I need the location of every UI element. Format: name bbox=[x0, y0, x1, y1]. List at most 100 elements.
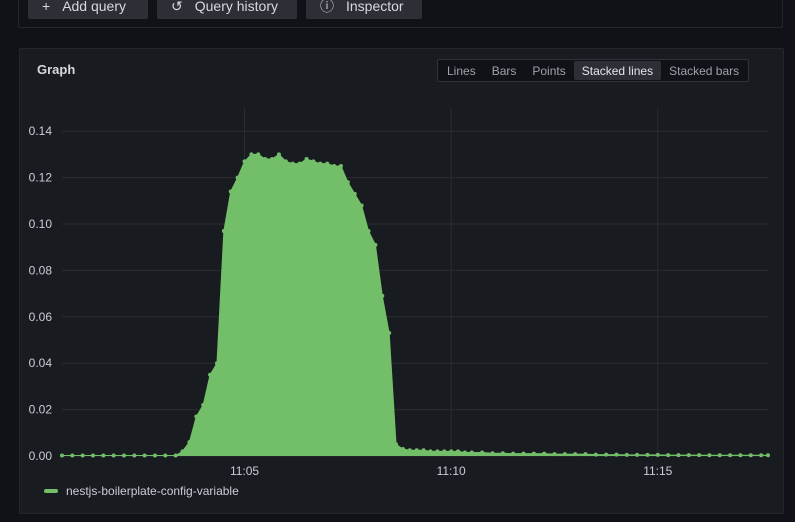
data-point bbox=[500, 451, 505, 456]
data-point bbox=[270, 157, 275, 162]
data-point bbox=[283, 159, 288, 164]
x-tick-label: 11:10 bbox=[437, 464, 466, 478]
data-point bbox=[249, 152, 254, 157]
data-point bbox=[469, 450, 474, 455]
data-point bbox=[132, 453, 137, 458]
data-point bbox=[645, 452, 650, 457]
data-point bbox=[194, 414, 199, 419]
data-point bbox=[748, 453, 753, 458]
y-tick-label: 0.02 bbox=[29, 403, 53, 417]
time-series-chart[interactable]: 0.000.020.040.060.080.100.120.14 11:05 11… bbox=[0, 0, 795, 522]
data-point bbox=[359, 203, 364, 208]
y-tick-label: 0.06 bbox=[29, 310, 53, 324]
data-point bbox=[311, 159, 316, 164]
data-point bbox=[304, 157, 309, 162]
data-point bbox=[655, 452, 660, 457]
data-point bbox=[428, 449, 433, 454]
data-point bbox=[173, 453, 178, 458]
data-point bbox=[187, 440, 192, 445]
data-point bbox=[373, 242, 378, 247]
data-point bbox=[531, 451, 536, 456]
data-point bbox=[201, 402, 206, 407]
data-point bbox=[435, 449, 440, 454]
data-point bbox=[542, 451, 547, 456]
data-point bbox=[521, 451, 526, 456]
data-point bbox=[318, 161, 323, 166]
data-point bbox=[380, 293, 385, 298]
x-tick-label: 11:05 bbox=[230, 464, 259, 478]
data-point bbox=[297, 161, 302, 166]
data-point bbox=[717, 453, 722, 458]
data-point bbox=[635, 452, 640, 457]
chart-grid bbox=[62, 108, 768, 457]
data-point bbox=[552, 452, 557, 457]
data-point bbox=[462, 450, 467, 455]
data-point bbox=[442, 449, 447, 454]
data-point bbox=[276, 152, 281, 157]
data-point bbox=[676, 453, 681, 458]
data-point bbox=[562, 452, 567, 457]
data-point bbox=[256, 152, 261, 157]
y-tick-label: 0.14 bbox=[29, 124, 53, 138]
data-point bbox=[80, 453, 85, 458]
data-point bbox=[456, 449, 461, 454]
data-point bbox=[332, 164, 337, 168]
series-line bbox=[62, 153, 768, 457]
data-point bbox=[242, 159, 247, 164]
data-point bbox=[152, 453, 157, 458]
data-point bbox=[394, 442, 399, 447]
data-point bbox=[121, 453, 126, 458]
data-point bbox=[573, 452, 578, 457]
data-point bbox=[604, 452, 609, 457]
data-point bbox=[111, 453, 116, 458]
data-point bbox=[163, 453, 168, 458]
data-point bbox=[421, 448, 426, 453]
data-point bbox=[325, 161, 330, 166]
data-point bbox=[338, 164, 343, 168]
y-tick-label: 0.04 bbox=[29, 356, 53, 370]
y-tick-label: 0.08 bbox=[29, 263, 53, 277]
x-tick-label: 11:15 bbox=[643, 464, 672, 478]
data-point bbox=[614, 452, 619, 457]
data-point bbox=[414, 448, 419, 453]
legend-label: nestjs-boilerplate-config-variable bbox=[66, 484, 239, 498]
x-axis: 11:05 11:10 11:15 bbox=[230, 464, 673, 478]
data-point bbox=[593, 452, 598, 457]
legend-swatch bbox=[44, 489, 58, 493]
data-point bbox=[759, 453, 764, 458]
data-point bbox=[221, 228, 226, 233]
data-point bbox=[400, 447, 405, 452]
data-point bbox=[70, 453, 75, 458]
data-point bbox=[666, 453, 671, 458]
y-tick-label: 0.10 bbox=[29, 217, 53, 231]
data-point bbox=[228, 189, 233, 194]
data-point bbox=[583, 452, 588, 457]
data-point bbox=[490, 451, 495, 456]
data-point bbox=[208, 372, 213, 377]
legend-item[interactable]: nestjs-boilerplate-config-variable bbox=[44, 484, 239, 498]
data-point bbox=[180, 449, 185, 454]
data-point bbox=[290, 161, 295, 166]
data-point bbox=[60, 453, 64, 458]
y-axis: 0.00 0.02 0.04 0.06 0.08 0.10 0.12 0.14 bbox=[29, 124, 53, 463]
data-point bbox=[345, 180, 350, 185]
data-point bbox=[263, 157, 268, 162]
data-point bbox=[449, 449, 454, 454]
data-point bbox=[235, 175, 240, 180]
data-point bbox=[480, 450, 485, 455]
data-point bbox=[407, 448, 412, 453]
data-point bbox=[91, 453, 95, 458]
data-point bbox=[738, 453, 743, 458]
series-layer bbox=[60, 152, 770, 458]
data-point bbox=[387, 331, 392, 336]
series-area bbox=[62, 154, 768, 456]
y-tick-label: 0.12 bbox=[29, 171, 53, 185]
data-point bbox=[766, 453, 770, 458]
data-point bbox=[352, 191, 357, 196]
data-point bbox=[728, 453, 733, 458]
data-point bbox=[511, 451, 516, 456]
data-point bbox=[624, 452, 629, 457]
data-point bbox=[707, 453, 712, 458]
data-point bbox=[214, 361, 219, 366]
y-tick-label: 0.00 bbox=[29, 449, 53, 463]
